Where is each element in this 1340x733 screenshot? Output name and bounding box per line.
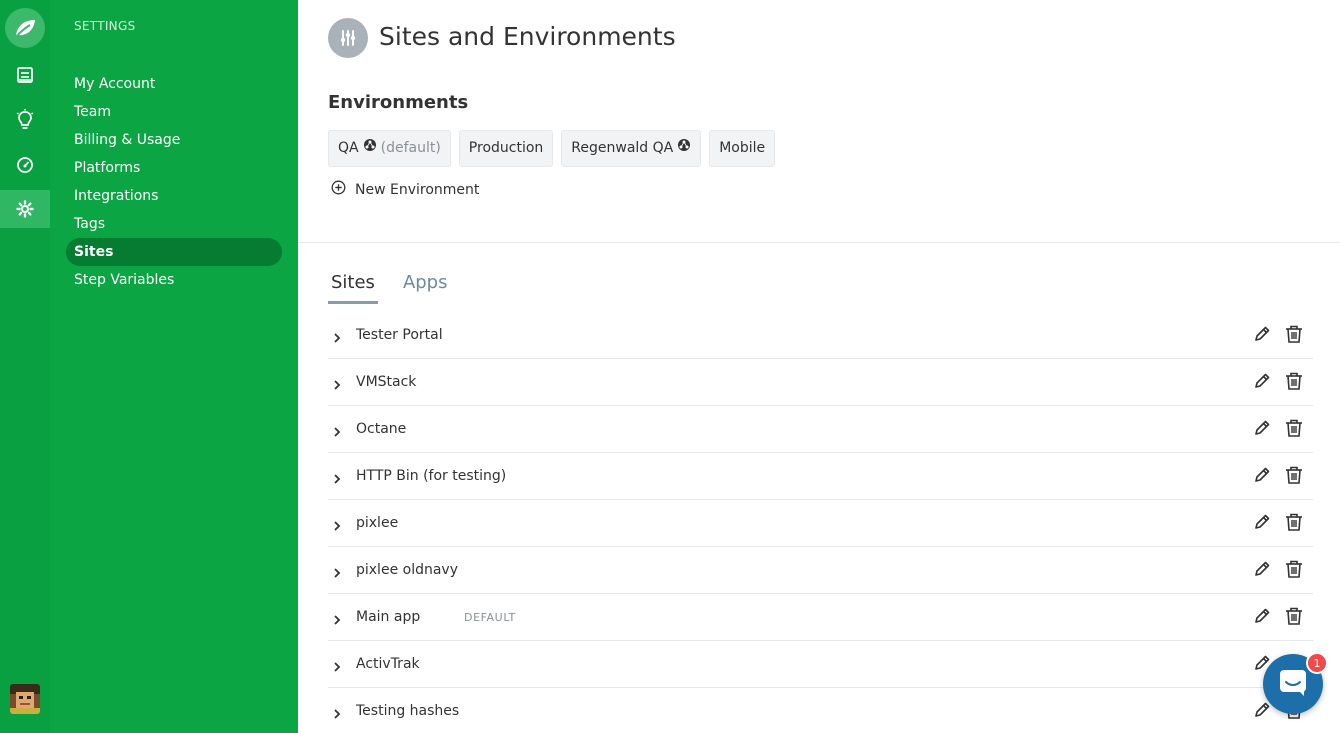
site-name: Octane — [356, 421, 407, 437]
settings-sidebar: SETTINGS My Account Team Billing & Usage… — [50, 0, 298, 733]
site-name: ActivTrak — [356, 656, 420, 672]
environment-label: QA — [338, 140, 359, 156]
sites-apps-tabs: Sites Apps — [328, 270, 450, 304]
trash-delete-icon[interactable] — [1284, 465, 1304, 485]
chevron-right-icon[interactable] — [331, 376, 343, 390]
table-row[interactable]: Tester Portal — [328, 312, 1313, 359]
chevron-right-icon[interactable] — [331, 423, 343, 437]
chevron-right-icon[interactable] — [331, 705, 343, 719]
settings-menu: My Account Team Billing & Usage Platform… — [66, 70, 282, 294]
sidebar-heading: SETTINGS — [74, 19, 136, 33]
chevron-right-icon[interactable] — [331, 611, 343, 625]
chevron-right-icon[interactable] — [331, 470, 343, 484]
environment-chip-mobile[interactable]: Mobile — [709, 130, 776, 167]
sidebar-item-step-variables[interactable]: Step Variables — [66, 266, 282, 294]
table-row[interactable]: pixlee — [328, 500, 1313, 547]
environment-chip-regenwald-qa[interactable]: Regenwald QA — [561, 130, 702, 167]
environment-label: Regenwald QA — [571, 140, 674, 156]
sidebar-item-tags[interactable]: Tags — [66, 210, 282, 238]
trash-delete-icon[interactable] — [1284, 371, 1304, 391]
environment-label: Production — [468, 140, 544, 156]
chevron-right-icon[interactable] — [331, 658, 343, 672]
tab-apps[interactable]: Apps — [400, 270, 451, 304]
tests-nav-icon[interactable] — [0, 56, 50, 94]
default-suffix: (default) — [380, 140, 441, 156]
environments-heading: Environments — [328, 92, 469, 113]
pencil-edit-icon[interactable] — [1252, 418, 1272, 438]
pencil-edit-icon[interactable] — [1252, 559, 1272, 579]
pencil-edit-icon[interactable] — [1252, 465, 1272, 485]
trash-delete-icon[interactable] — [1284, 606, 1304, 626]
site-name: Testing hashes — [356, 703, 460, 719]
site-name: pixlee oldnavy — [356, 562, 458, 578]
table-row[interactable]: Main app DEFAULT — [328, 594, 1313, 641]
pencil-edit-icon[interactable] — [1252, 371, 1272, 391]
site-name: pixlee — [356, 515, 399, 531]
table-row[interactable]: Octane — [328, 406, 1313, 453]
site-list: Tester Portal VMStack Octane HTTP Bin (f… — [328, 312, 1313, 733]
environment-list: QA (default) Production Regenwald QA Mob… — [328, 130, 776, 167]
trash-delete-icon[interactable] — [1284, 559, 1304, 579]
site-name: Main app — [356, 609, 421, 625]
sidebar-item-platforms[interactable]: Platforms — [66, 154, 282, 182]
trash-delete-icon[interactable] — [1284, 418, 1304, 438]
new-environment-label: New Environment — [355, 181, 480, 198]
table-row[interactable]: Testing hashes — [328, 688, 1313, 733]
sliders-icon — [328, 18, 368, 58]
trash-delete-icon[interactable] — [1284, 512, 1304, 532]
lightbulb-icon[interactable] — [0, 101, 50, 139]
environment-chip-production[interactable]: Production — [458, 130, 554, 167]
table-row[interactable]: pixlee oldnavy — [328, 547, 1313, 594]
page-title: Sites and Environments — [379, 22, 676, 51]
chevron-right-icon[interactable] — [331, 517, 343, 531]
environment-label: Mobile — [719, 140, 766, 156]
chevron-right-icon[interactable] — [331, 329, 343, 343]
pencil-edit-icon[interactable] — [1252, 606, 1272, 626]
plus-circle-icon — [331, 180, 346, 199]
table-row[interactable]: VMStack — [328, 359, 1313, 406]
icon-rail — [0, 0, 50, 733]
sidebar-item-billing-usage[interactable]: Billing & Usage — [66, 126, 282, 154]
site-name: HTTP Bin (for testing) — [356, 468, 507, 484]
tab-sites[interactable]: Sites — [328, 270, 378, 304]
chat-bubble-icon — [1278, 668, 1308, 700]
new-environment-button[interactable]: New Environment — [331, 180, 479, 199]
trash-delete-icon[interactable] — [1284, 324, 1304, 344]
leaf-logo-icon[interactable] — [5, 8, 45, 48]
table-row[interactable]: ActivTrak — [328, 641, 1313, 688]
settings-gear-icon[interactable] — [0, 190, 50, 228]
network-icon — [677, 130, 691, 167]
unread-count-badge: 1 — [1306, 652, 1328, 674]
sidebar-item-sites[interactable]: Sites — [66, 238, 282, 266]
sidebar-item-my-account[interactable]: My Account — [66, 70, 282, 98]
dashboard-gauge-icon[interactable] — [0, 146, 50, 184]
default-badge: DEFAULT — [464, 610, 516, 624]
site-name: VMStack — [356, 374, 417, 390]
section-divider — [298, 242, 1340, 243]
pencil-edit-icon[interactable] — [1252, 324, 1272, 344]
main-content: Sites and Environments Environments QA (… — [298, 0, 1340, 733]
sidebar-item-team[interactable]: Team — [66, 98, 282, 126]
site-name: Tester Portal — [356, 327, 443, 343]
network-icon — [363, 130, 377, 167]
table-row[interactable]: HTTP Bin (for testing) — [328, 453, 1313, 500]
pencil-edit-icon[interactable] — [1252, 512, 1272, 532]
user-avatar[interactable] — [10, 684, 40, 714]
environment-chip-qa[interactable]: QA (default) — [328, 130, 451, 167]
chevron-right-icon[interactable] — [331, 564, 343, 578]
sidebar-item-integrations[interactable]: Integrations — [66, 182, 282, 210]
